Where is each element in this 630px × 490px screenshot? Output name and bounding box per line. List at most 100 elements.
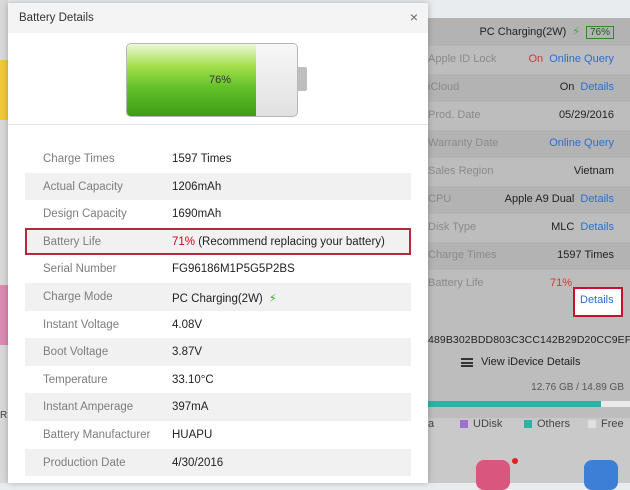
device-info-link[interactable]: Online Query — [549, 53, 614, 65]
battery-level-fill — [127, 44, 257, 116]
background-pink-block — [0, 285, 8, 345]
device-info-label: iCloud — [428, 81, 460, 93]
info-row: Instant Voltage 4.08V — [25, 311, 411, 339]
info-row: Temperature 33.10°C — [25, 366, 411, 394]
info-row: Production Date 4/30/2016 — [25, 448, 411, 477]
device-info-panel: PC Charging(2W) ⚡ 76% Apple ID Lock On Online… — [428, 18, 630, 418]
device-info-label: Disk Type — [428, 221, 477, 233]
device-info-value-part: 71% — [549, 277, 572, 289]
info-value-text: FG96186M1P5G5P2BS — [172, 263, 295, 276]
legend-label: a — [428, 418, 435, 430]
info-value-text: HUAPU — [172, 428, 213, 441]
info-label: Battery Life — [43, 235, 102, 248]
info-row: Battery Manufacturer HUAPU — [25, 421, 411, 449]
info-label: Charge Mode — [43, 290, 113, 303]
device-info-row: Charge Times 1597 Times — [428, 242, 630, 270]
info-value: 4/30/2016 — [172, 457, 223, 469]
device-info-value: Vietnam — [574, 165, 614, 177]
device-info-row: Apple ID Lock On Online Query — [428, 46, 630, 74]
battery-life-percent: 71% — [172, 235, 196, 248]
info-value: 1690mAh — [172, 208, 221, 220]
legend-label: Free — [601, 418, 624, 430]
device-info-row: Warranty Date Online Query — [428, 130, 630, 158]
app-icon[interactable] — [476, 460, 510, 490]
device-info-label: Prod. Date — [428, 109, 481, 121]
storage-legend-item: a — [428, 418, 434, 430]
battery-terminal — [298, 67, 307, 91]
device-info-value: On Online Query — [529, 53, 615, 65]
battery-details-link[interactable]: Details — [580, 294, 614, 306]
storage-bar-fill — [428, 401, 602, 407]
info-row: Serial Number FG96186M1P5G5P2BS — [25, 255, 411, 283]
storage-legend-item: UDisk — [460, 418, 502, 430]
info-value: 3.87V — [172, 346, 202, 358]
device-info-value-part: PC Charging(2W) — [479, 26, 567, 38]
info-label: Design Capacity — [43, 208, 127, 221]
info-value: HUAPU — [172, 429, 212, 441]
device-info-row: CPU Apple A9 Dual Details — [428, 186, 630, 214]
device-info-link[interactable]: Online Query — [549, 137, 614, 149]
device-info-value: Apple A9 Dual Details — [505, 193, 614, 205]
list-icon — [461, 357, 473, 367]
info-label: Battery Manufacturer — [43, 428, 151, 441]
info-value-text: 1597 Times — [172, 153, 232, 165]
info-value-text: 397mA — [172, 401, 209, 414]
view-idevice-details-label: View iDevice Details — [481, 356, 581, 368]
charging-bolt-icon: ⚡ — [268, 292, 277, 305]
info-value: 4.08V — [172, 319, 202, 331]
device-info-value-part: Apple A9 Dual — [504, 193, 575, 205]
info-row: Instant Amperage 397mA — [25, 393, 411, 421]
device-info-label: Sales Region — [428, 165, 494, 177]
device-info-value: 1597 Times — [557, 249, 614, 261]
background-left-panel: R — [0, 0, 8, 483]
info-value-text: 33.10°C — [172, 373, 214, 386]
device-info-row: Sales Region Vietnam — [428, 158, 630, 186]
info-row: Boot Voltage 3.87V — [25, 338, 411, 366]
dialog-header: Battery Details × — [8, 3, 428, 33]
device-info-value-part: 05/29/2016 — [558, 109, 614, 121]
info-label: Charge Times — [43, 153, 115, 165]
device-info-value: On Details — [560, 81, 614, 93]
info-label: Boot Voltage — [43, 346, 109, 359]
device-info-link[interactable]: Details — [580, 221, 614, 233]
device-info-value: 05/29/2016 — [559, 109, 614, 121]
battery-level-graphic: 76% — [126, 43, 307, 118]
app-icon[interactable] — [584, 460, 618, 490]
close-icon[interactable]: × — [410, 9, 418, 25]
info-value: 1206mAh — [172, 181, 221, 193]
info-row: Charge Times 1597 Times — [25, 145, 411, 173]
device-info-value: Online Query — [549, 137, 614, 149]
device-info-label: Charge Times — [428, 249, 497, 261]
device-info-link[interactable]: Details — [580, 193, 614, 205]
storage-legend-item: Free — [588, 418, 624, 430]
info-value-text: 4/30/2016 — [172, 456, 224, 469]
info-label: Serial Number — [43, 263, 117, 276]
info-row: Actual Capacity 1206mAh — [25, 172, 411, 201]
device-info-value: 71% — [550, 277, 572, 289]
background-partial-text: R — [0, 410, 8, 421]
info-value-text: 1206mAh — [172, 180, 222, 193]
device-info-row: Disk Type MLC Details — [428, 214, 630, 242]
device-info-value-part: On — [528, 53, 544, 65]
dialog-title: Battery Details — [19, 12, 94, 24]
device-info-link[interactable]: Details — [580, 81, 614, 93]
info-value-text: 3.87V — [172, 346, 203, 359]
battery-details-dialog: Battery Details × 76% Charge Times 1597 T… — [8, 3, 428, 483]
info-value: 1597 Times — [172, 153, 231, 165]
charging-bolt-icon: ⚡ — [572, 26, 580, 38]
info-row: Design Capacity 1690mAh — [25, 200, 411, 228]
battery-body: 76% — [126, 43, 298, 117]
device-info-label: Apple ID Lock — [428, 53, 497, 65]
device-info-label: Battery Life — [428, 277, 484, 289]
device-info-value: PC Charging(2W) ⚡ 76% — [479, 25, 614, 39]
storage-legend: a UDisk Others Free — [428, 418, 630, 490]
storage-bar — [428, 401, 630, 407]
view-idevice-details-button[interactable]: View iDevice Details — [461, 356, 580, 368]
divider — [8, 124, 428, 125]
info-value: FG96186M1P5G5P2BS — [172, 263, 295, 275]
info-value-text: 1690mAh — [172, 208, 222, 221]
battery-life-note: (Recommend replacing your battery) — [195, 235, 385, 248]
device-info-label: CPU — [428, 193, 452, 205]
battery-details-link-highlight[interactable]: Details — [573, 287, 623, 317]
storage-legend-item: Others — [524, 418, 570, 430]
